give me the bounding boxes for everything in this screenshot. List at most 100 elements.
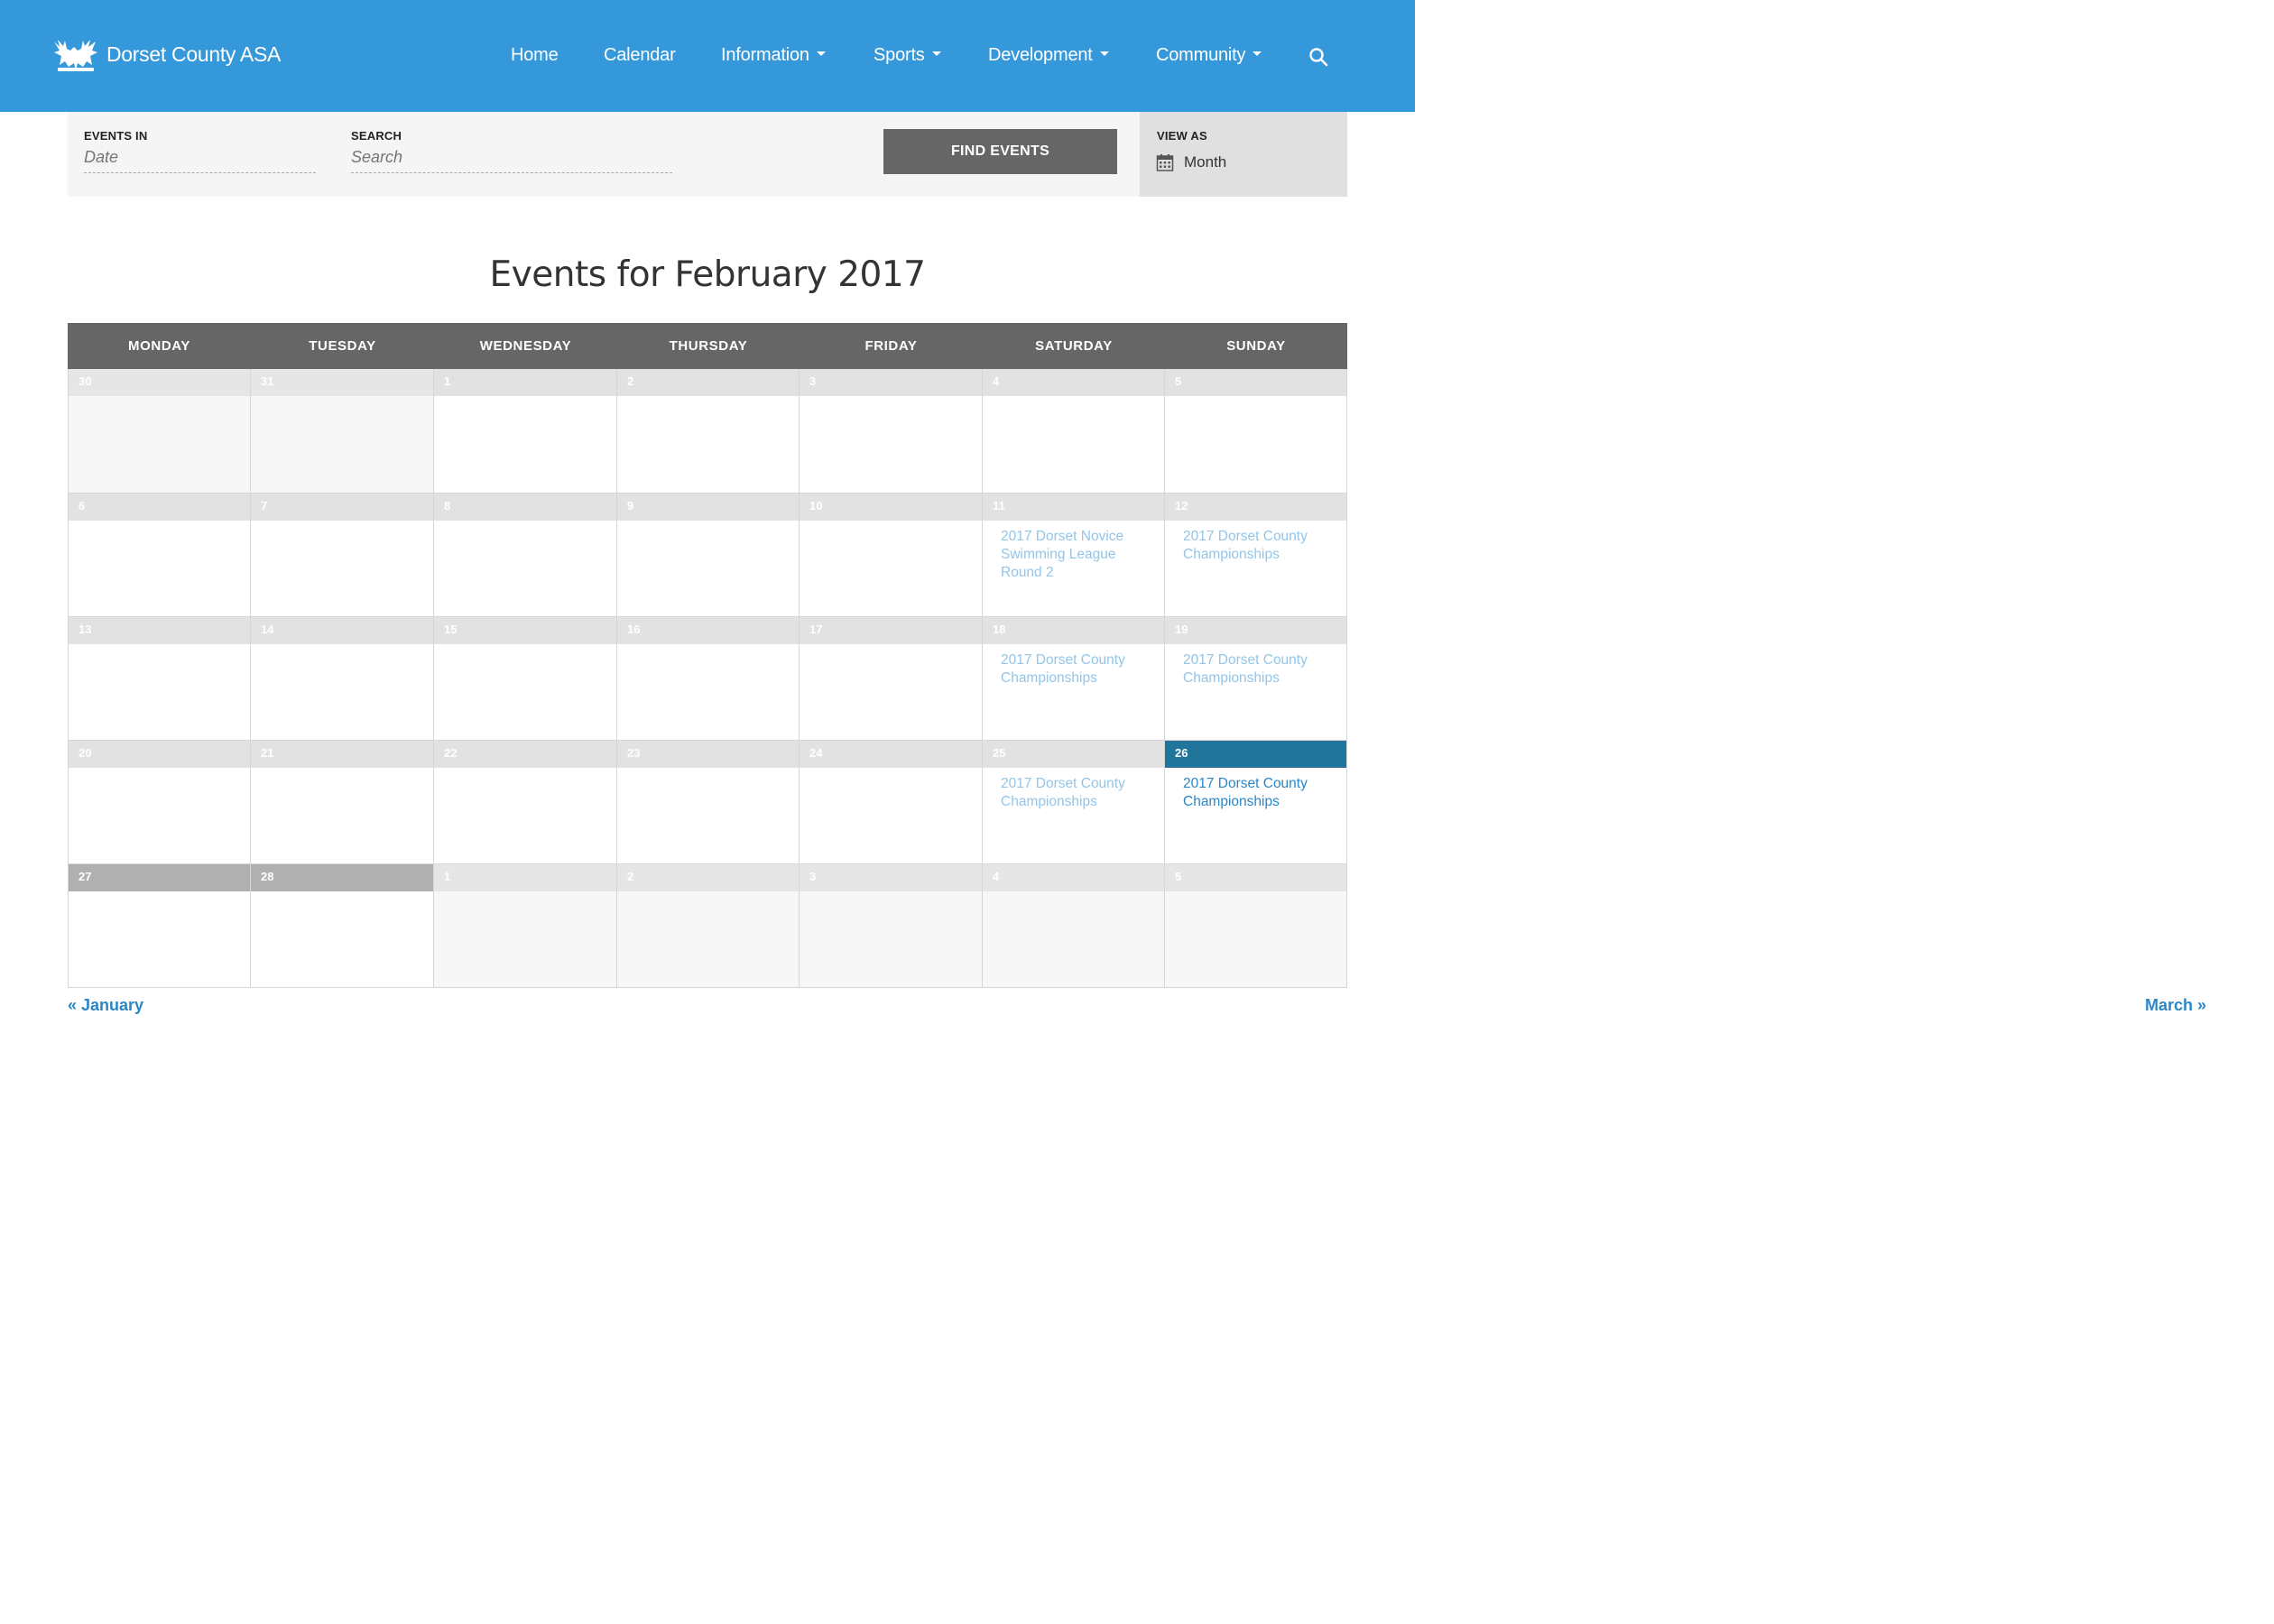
event-link[interactable]: 2017 Dorset County Championships xyxy=(1183,528,1334,564)
day-number: 17 xyxy=(809,623,823,636)
calendar-day-cell: 22 xyxy=(434,741,617,864)
day-header: 31 xyxy=(251,369,433,396)
day-number: 8 xyxy=(444,499,451,512)
calendar-day-cell: 23 xyxy=(617,741,800,864)
day-number: 4 xyxy=(993,374,1000,388)
nav-item-label: Community xyxy=(1156,45,1246,65)
weekday-label: SATURDAY xyxy=(1035,338,1113,354)
day-number: 9 xyxy=(627,499,634,512)
nav-item-development[interactable]: Development xyxy=(988,45,1109,66)
weekday-label: FRIDAY xyxy=(864,338,918,354)
chevron-down-icon xyxy=(816,51,826,57)
calendar-day-cell: 24 xyxy=(800,741,983,864)
calendar-day-cell: 21 xyxy=(251,741,434,864)
calendar-day-cell: 12 2017 Dorset County Championships xyxy=(1165,494,1347,617)
weekday-label: MONDAY xyxy=(128,338,190,354)
next-month-link[interactable]: March » xyxy=(2145,996,2206,1015)
event-link[interactable]: 2017 Dorset County Championships xyxy=(1183,775,1334,811)
date-field[interactable] xyxy=(84,148,316,173)
day-header: 8 xyxy=(434,494,616,521)
nav-item-label: Sports xyxy=(874,45,925,65)
calendar-day-cell: 10 xyxy=(800,494,983,617)
nav-item-calendar[interactable]: Calendar xyxy=(604,45,676,66)
day-header: 21 xyxy=(251,741,433,768)
calendar-day-cell: 3 xyxy=(800,864,983,988)
day-number: 30 xyxy=(79,374,92,388)
calendar-day-cell: 2 xyxy=(617,369,800,494)
chevron-down-icon xyxy=(1099,51,1109,57)
nav-item-home[interactable]: Home xyxy=(511,45,559,66)
view-as-label: VIEW AS xyxy=(1157,129,1207,143)
crest-logo-icon[interactable] xyxy=(51,38,101,74)
day-header: 13 xyxy=(69,617,250,644)
calendar-day-cell: 15 xyxy=(434,617,617,741)
nav-item-label: Home xyxy=(511,45,559,65)
day-number: 26 xyxy=(1175,746,1188,760)
previous-month-link[interactable]: « January xyxy=(68,996,143,1015)
day-header: 24 xyxy=(800,741,982,768)
day-number: 23 xyxy=(627,746,641,760)
day-header: 17 xyxy=(800,617,982,644)
day-header: 27 xyxy=(69,864,250,891)
event-link[interactable]: 2017 Dorset Novice Swimming League Round… xyxy=(1001,528,1151,582)
nav-item-information[interactable]: Information xyxy=(721,45,826,66)
day-number: 25 xyxy=(993,746,1006,760)
find-events-button[interactable]: FIND EVENTS xyxy=(883,129,1117,174)
event-link[interactable]: 2017 Dorset County Championships xyxy=(1001,775,1151,811)
day-number: 6 xyxy=(79,499,86,512)
day-header: 28 xyxy=(251,864,433,891)
site-header: Dorset County ASA Home Calendar Informat… xyxy=(0,0,1415,112)
day-header: 16 xyxy=(617,617,799,644)
chevron-down-icon xyxy=(931,51,941,57)
event-link[interactable]: 2017 Dorset County Championships xyxy=(1001,651,1151,687)
day-number: 12 xyxy=(1175,499,1188,512)
calendar-day-cell: 2 xyxy=(617,864,800,988)
day-number: 21 xyxy=(261,746,274,760)
nav-item-label: Development xyxy=(988,45,1093,65)
day-header: 2 xyxy=(617,864,799,891)
weekday-label: TUESDAY xyxy=(309,338,376,354)
calendar-day-cell: 1 xyxy=(434,369,617,494)
chevron-down-icon xyxy=(1253,51,1262,57)
day-header: 15 xyxy=(434,617,616,644)
day-header: 11 xyxy=(983,494,1164,521)
day-header: 5 xyxy=(1165,864,1346,891)
nav-item-sports[interactable]: Sports xyxy=(874,45,941,66)
events-in-label: EVENTS IN xyxy=(84,129,148,143)
day-header: 7 xyxy=(251,494,433,521)
day-header: 2 xyxy=(617,369,799,396)
nav-item-label: Calendar xyxy=(604,45,676,65)
calendar-day-cell: 13 xyxy=(68,617,251,741)
calendar-day-cell: 19 2017 Dorset County Championships xyxy=(1165,617,1347,741)
day-number: 1 xyxy=(444,870,451,883)
day-number: 14 xyxy=(261,623,274,636)
day-header: 5 xyxy=(1165,369,1346,396)
day-number: 22 xyxy=(444,746,458,760)
day-header: 18 xyxy=(983,617,1164,644)
search-input[interactable] xyxy=(351,148,672,173)
site-title[interactable]: Dorset County ASA xyxy=(106,42,281,67)
calendar-day-cell: 30 xyxy=(68,369,251,494)
view-as-value: Month xyxy=(1184,153,1227,171)
day-number: 18 xyxy=(993,623,1006,636)
day-header: 25 xyxy=(983,741,1164,768)
day-header: 1 xyxy=(434,864,616,891)
calendar-day-cell: 4 xyxy=(983,864,1165,988)
calendar-day-cell: 31 xyxy=(251,369,434,494)
calendar-day-cell: 14 xyxy=(251,617,434,741)
calendar-day-cell: 25 2017 Dorset County Championships xyxy=(983,741,1165,864)
day-number: 28 xyxy=(261,870,274,883)
calendar-day-cell: 17 xyxy=(800,617,983,741)
calendar-day-cell: 6 xyxy=(68,494,251,617)
day-number: 19 xyxy=(1175,623,1188,636)
nav-item-community[interactable]: Community xyxy=(1156,45,1262,66)
page-title: Events for February 2017 xyxy=(489,254,926,295)
day-number: 20 xyxy=(79,746,92,760)
day-header: 23 xyxy=(617,741,799,768)
day-number: 11 xyxy=(993,499,1005,512)
day-number: 4 xyxy=(993,870,1000,883)
search-icon[interactable] xyxy=(1308,47,1328,67)
calendar-day-cell: 7 xyxy=(251,494,434,617)
day-header: 19 xyxy=(1165,617,1346,644)
event-link[interactable]: 2017 Dorset County Championships xyxy=(1183,651,1334,687)
